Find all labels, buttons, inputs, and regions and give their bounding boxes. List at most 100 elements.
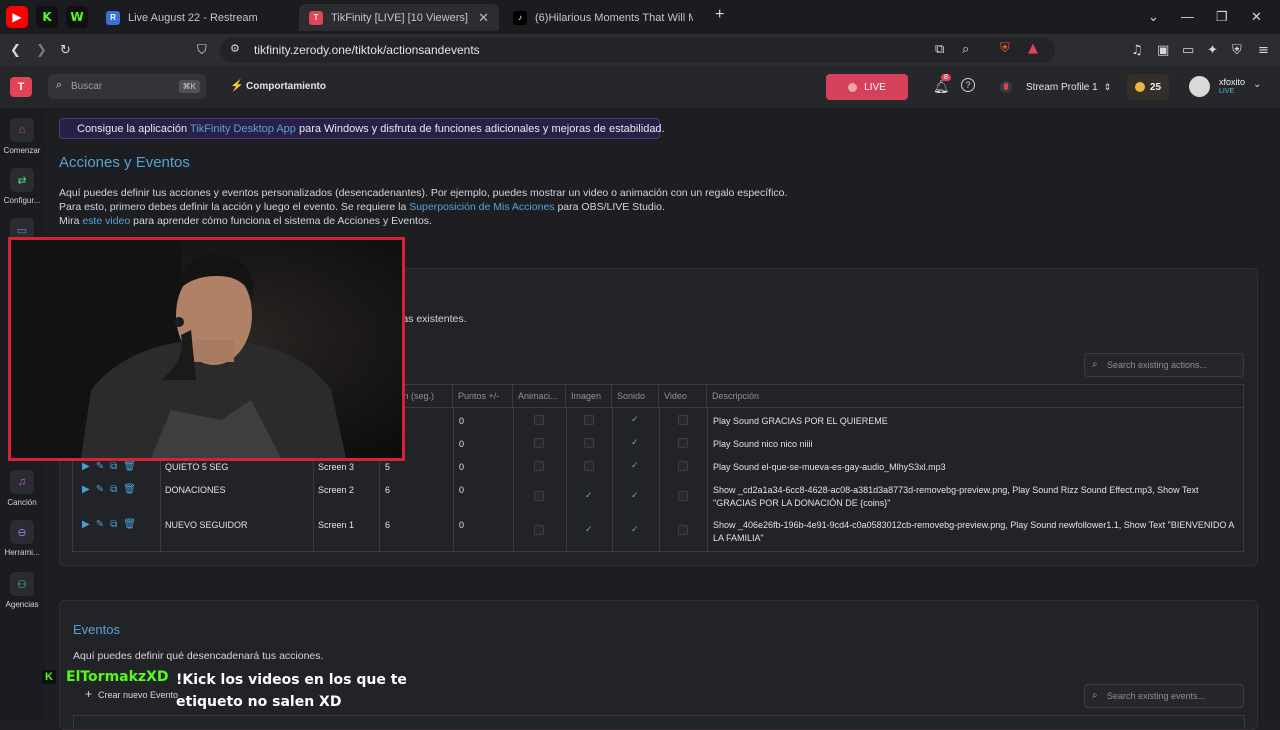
sliders-icon: ⇄: [10, 168, 34, 192]
column-header: Descripción: [712, 391, 760, 401]
overlay-link[interactable]: Superposición de Mis Acciones: [409, 201, 554, 213]
bookmark-icon[interactable]: ⛉: [197, 43, 207, 58]
help-icon[interactable]: ?: [961, 78, 975, 92]
sidebar-item-label: Canción: [7, 498, 37, 507]
play-icon[interactable]: ▶: [82, 484, 96, 495]
column-header: Video: [659, 385, 707, 407]
desktop-app-link[interactable]: TikFinity Desktop App: [190, 123, 296, 135]
duration-cell: 6: [385, 485, 391, 495]
brave-shield-icon[interactable]: ⛨: [1000, 41, 1010, 56]
intro-line-1: Aquí puedes definir tus acciones y event…: [59, 187, 788, 199]
intro-text: Mira: [59, 215, 83, 227]
user-menu[interactable]: xfoxito LIVE ⌄: [1189, 74, 1269, 100]
intro-text: para aprender cómo funciona el sistema d…: [130, 215, 432, 227]
sidebar-icon[interactable]: ▣: [1157, 43, 1169, 58]
actions-subtitle: las existentes.: [400, 313, 467, 325]
banner-text: para Windows y disfruta de funciones adi…: [295, 123, 665, 135]
forward-icon[interactable]: ❯: [36, 43, 47, 58]
tiktok-icon: ♪: [513, 10, 527, 25]
live-button[interactable]: LIVE: [826, 74, 908, 100]
delete-icon[interactable]: 🗑︎: [123, 461, 142, 472]
app-header: T ⌕ Buscar ⌘K ⚡ Comportamiento LIVE 🔔︎ 8…: [0, 66, 1280, 108]
reload-icon[interactable]: ↻: [60, 43, 71, 58]
music-icon: ♫: [10, 470, 34, 494]
kick-pinned-tab[interactable]: K: [36, 6, 58, 28]
coins-badge[interactable]: 25: [1127, 74, 1169, 100]
agency-icon: ⚇: [10, 572, 34, 596]
close-window-icon[interactable]: ✕: [1251, 9, 1262, 25]
search-events-input[interactable]: ⌕ Search existing events...: [1084, 684, 1244, 708]
brave-rewards-icon[interactable]: ▲: [1028, 41, 1038, 56]
vpn-icon[interactable]: ⛨: [1232, 43, 1242, 58]
url-text: tikfinity.zerody.one/tiktok/actionsandev…: [254, 43, 480, 57]
minimize-icon[interactable]: —: [1181, 9, 1194, 24]
row-actions[interactable]: ▶✎⧉🗑︎: [82, 461, 142, 472]
delete-icon[interactable]: 🗑︎: [123, 519, 142, 530]
edit-icon[interactable]: ✎: [96, 484, 110, 495]
copy-icon[interactable]: ⧉: [110, 519, 123, 530]
edit-icon[interactable]: ✎: [96, 461, 110, 472]
tab-search-icon[interactable]: ⌄: [1148, 9, 1159, 25]
close-tab-icon[interactable]: ✕: [478, 10, 489, 26]
copy-icon[interactable]: ⧉: [110, 484, 123, 495]
copy-icon[interactable]: ⧉: [110, 461, 123, 472]
search-icon: ⌕: [1092, 690, 1098, 701]
play-icon[interactable]: ▶: [82, 461, 96, 472]
chat-message: !Kick los videos en los que te etiqueto …: [176, 672, 407, 710]
tikfinity-logo[interactable]: T: [10, 77, 32, 97]
new-tab-button[interactable]: +: [715, 6, 724, 24]
sidebar-item-label: Herrami...: [4, 548, 40, 557]
delete-icon[interactable]: 🗑︎: [123, 484, 142, 495]
events-subtitle: Aquí puedes definir qué desencadenará tu…: [73, 650, 324, 662]
search-actions-input[interactable]: ⌕ Search existing actions...: [1084, 353, 1244, 377]
search-input[interactable]: ⌕ Buscar ⌘K: [48, 74, 206, 99]
w-pinned-tab[interactable]: W: [66, 6, 88, 28]
search-icon: ⌕: [56, 79, 63, 91]
play-icon[interactable]: ▶: [82, 519, 96, 530]
points-cell: 0: [459, 416, 465, 426]
sidebar-item-cancion[interactable]: ♫ Canción: [0, 470, 44, 507]
sound-check-icon: ✓: [631, 490, 639, 500]
back-icon[interactable]: ❮: [10, 43, 21, 58]
tab-restream[interactable]: R Live August 22 - Restream: [96, 4, 296, 31]
sound-check-icon: ✓: [631, 460, 639, 470]
page-title: Acciones y Eventos: [59, 154, 190, 171]
home-icon: ⌂: [10, 118, 34, 142]
stream-profile-label: Stream Profile 1: [1026, 81, 1098, 93]
sidebar-item-comenzar[interactable]: ⌂ Comenzar: [0, 118, 44, 155]
youtube-pinned-tab[interactable]: ▶: [6, 6, 28, 28]
chat-overlay: K ElTormakzXD !Kick los videos en los qu…: [42, 668, 442, 716]
site-info-icon[interactable]: ⚙: [230, 42, 240, 55]
video-link[interactable]: este video: [82, 215, 130, 227]
zoom-icon[interactable]: ⌕: [962, 42, 969, 57]
column-header: Imagen: [566, 385, 612, 407]
row-actions[interactable]: ▶✎⧉🗑︎: [82, 484, 142, 495]
desktop-app-banner: Consigue la aplicación TikFinity Desktop…: [59, 118, 665, 139]
tab-tikfinity[interactable]: T TikFinity [LIVE] [10 Viewers] ✕: [299, 4, 499, 31]
stream-profile-selector[interactable]: Stream Profile 1 ⇕: [1000, 74, 1112, 100]
image-check-icon: ✓: [585, 490, 593, 500]
bell-icon[interactable]: 🔔︎: [933, 79, 950, 95]
sidebar-item-configuracion[interactable]: ⇄ Configur...: [0, 168, 44, 205]
menu-icon[interactable]: ≡: [1258, 43, 1269, 58]
video-checkbox: [678, 525, 688, 535]
sidebar-item-herramientas[interactable]: ⊖ Herrami...: [0, 520, 44, 557]
image-checkbox: [584, 415, 594, 425]
address-bar[interactable]: ⚙ tikfinity.zerody.one/tiktok/actionsand…: [220, 37, 1055, 63]
description-cell: Play Sound nico nico niiii: [713, 439, 813, 449]
user-status: LIVE: [1219, 88, 1235, 95]
video-checkbox: [678, 438, 688, 448]
row-actions[interactable]: ▶✎⧉🗑︎: [82, 519, 142, 530]
edit-icon[interactable]: ✎: [96, 519, 110, 530]
name-cell: QUIETO 5 SEG: [165, 462, 229, 472]
image-check-icon: ✓: [585, 524, 593, 534]
translate-icon[interactable]: ⧉: [935, 42, 944, 57]
media-icon[interactable]: ♫: [1131, 43, 1143, 58]
restore-icon[interactable]: ❐: [1216, 9, 1228, 25]
behavior-menu[interactable]: Comportamiento: [246, 81, 326, 92]
sidebar-item-agencias[interactable]: ⚇ Agencias: [0, 572, 44, 609]
tab-tiktok[interactable]: ♪ (6)Hilarious Moments That Will M: [503, 4, 703, 31]
wallet-icon[interactable]: ▭: [1182, 43, 1194, 58]
leo-icon[interactable]: ✦: [1207, 43, 1218, 58]
video-checkbox: [678, 461, 688, 471]
